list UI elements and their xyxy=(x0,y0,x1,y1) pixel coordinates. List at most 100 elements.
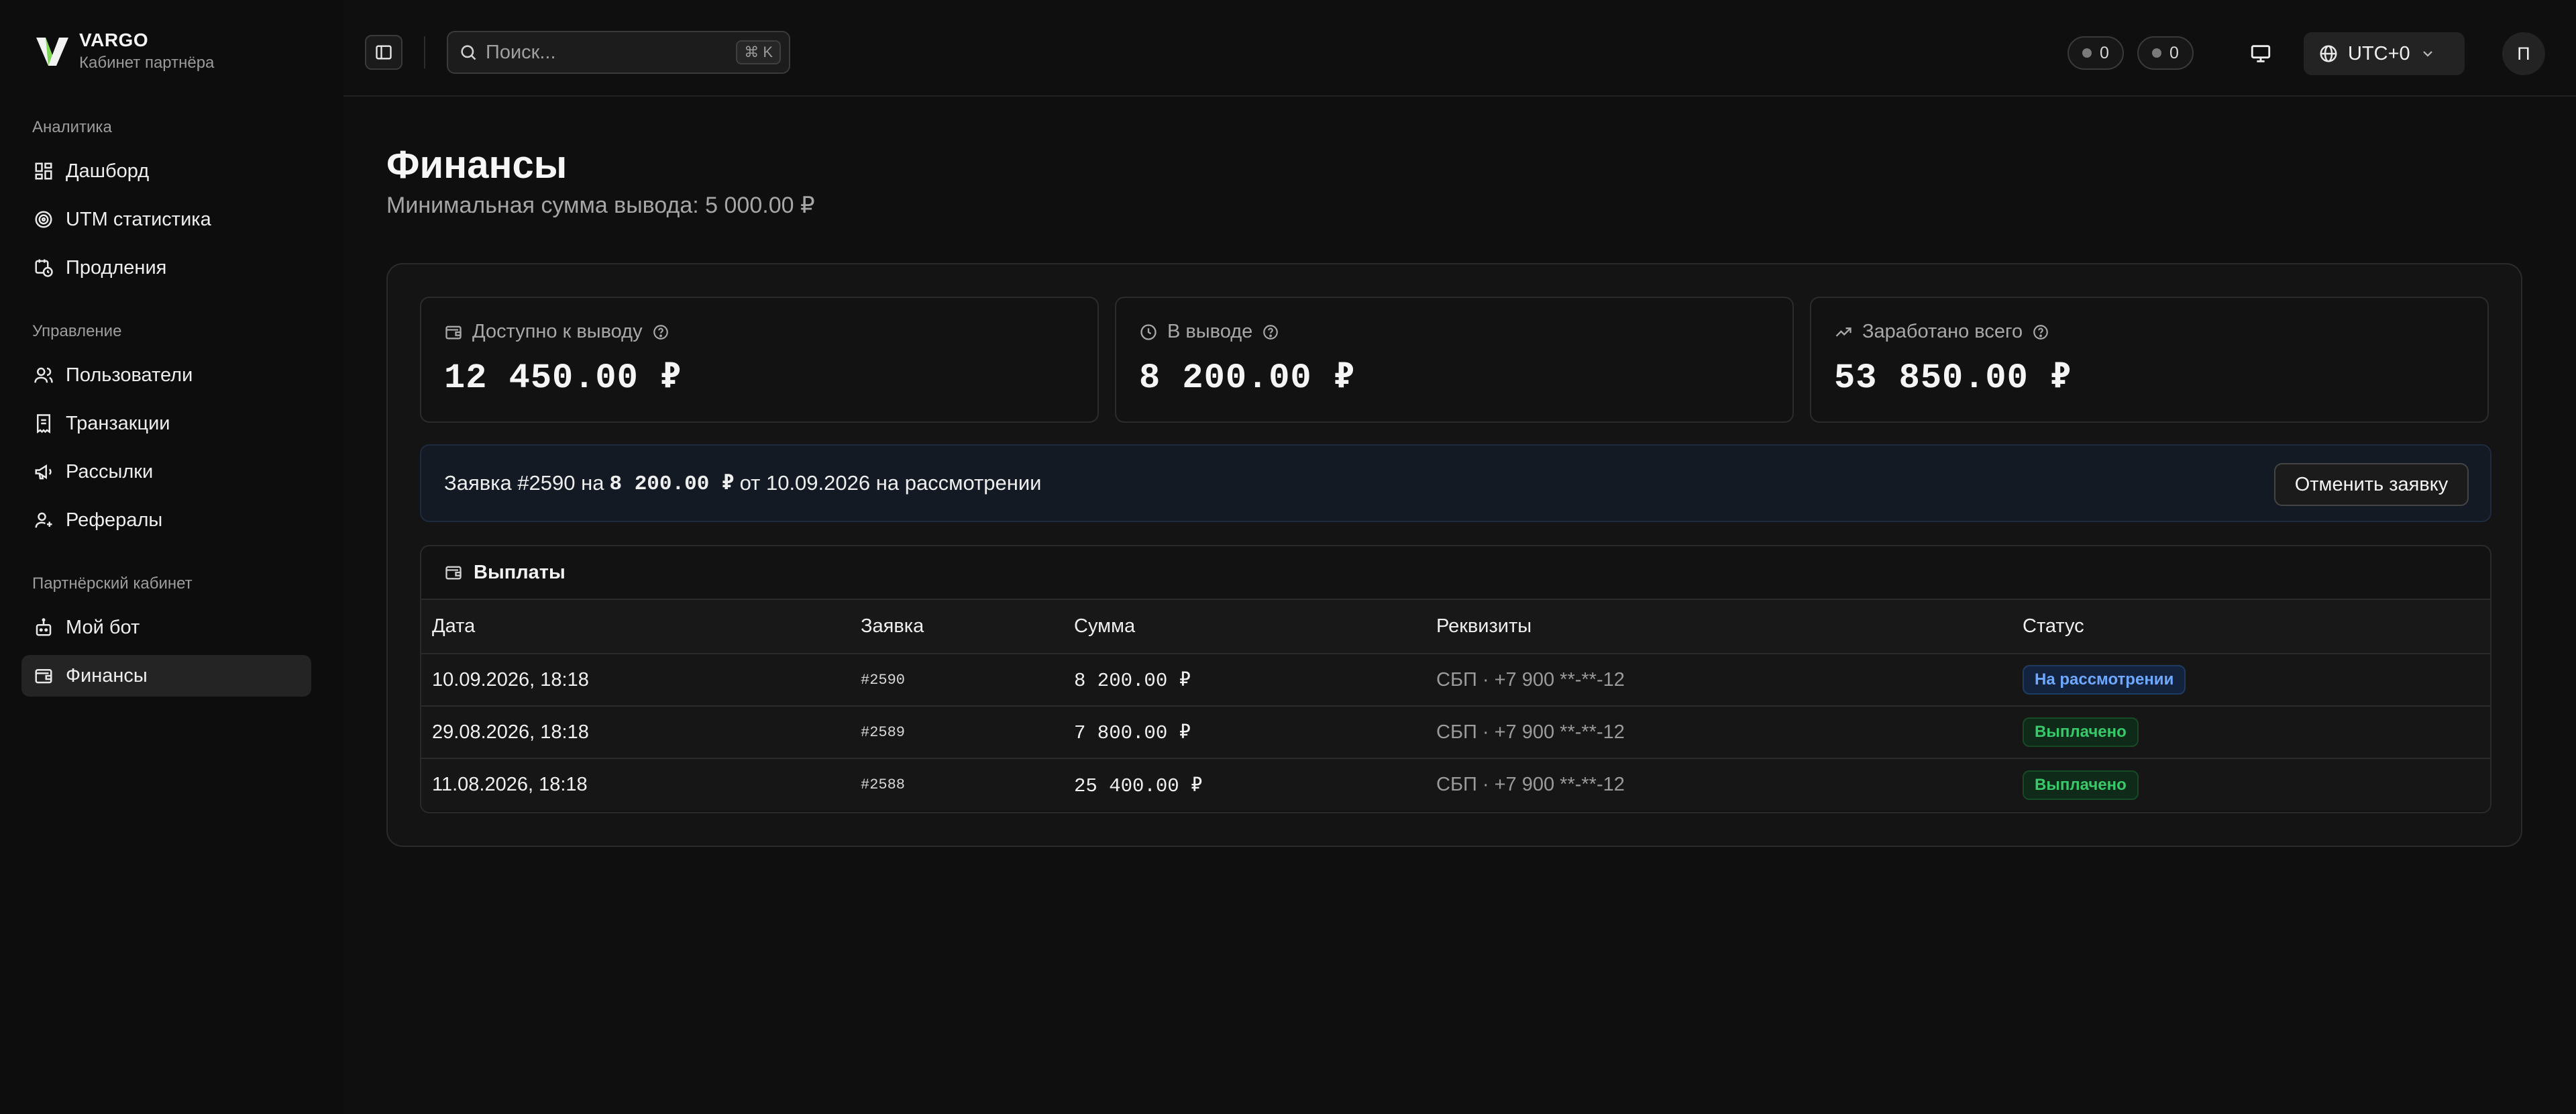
brand[interactable]: VARGO Кабинет партнёра xyxy=(34,30,214,72)
stat-value: 53 850.00 ₽ xyxy=(1834,358,2072,398)
stat-label-row: В выводе xyxy=(1139,321,1279,343)
search-icon xyxy=(461,45,476,60)
table-header-row: Дата Заявка Сумма Реквизиты Статус xyxy=(421,600,2490,654)
stat-value: 8 200.00 ₽ xyxy=(1139,358,1356,398)
stat-earned-total: Заработано всего 53 850.00 ₽ xyxy=(1810,297,2489,423)
payouts-table: Дата Заявка Сумма Реквизиты Статус 10.09… xyxy=(421,600,2490,811)
column-header-amount[interactable]: Сумма xyxy=(1074,600,1436,654)
sidebar-item-transactions[interactable]: Транзакции xyxy=(21,403,311,444)
sidebar-item-mailings[interactable]: Рассылки xyxy=(21,451,311,493)
cell-status: Выплачено xyxy=(2023,758,2490,811)
sidebar-item-label: Продления xyxy=(66,256,167,278)
sidebar-item-finance[interactable]: Финансы xyxy=(21,655,311,697)
sidebar: VARGO Кабинет партнёра Аналитика Дашборд… xyxy=(0,0,343,1114)
stat-label: Доступно к выводу xyxy=(472,321,643,342)
column-header-request[interactable]: Заявка xyxy=(861,600,1074,654)
stat-available: Доступно к выводу 12 450.00 ₽ xyxy=(420,297,1099,423)
help-circle-icon[interactable] xyxy=(1262,323,1279,341)
status-dot-icon xyxy=(2082,48,2092,58)
sidebar-panel-icon xyxy=(376,45,392,60)
sidebar-item-label: Финансы xyxy=(66,664,148,687)
sidebar-item-label: Дашборд xyxy=(66,160,150,182)
column-header-date[interactable]: Дата xyxy=(421,600,861,654)
cancel-request-button[interactable]: Отменить заявку xyxy=(2274,463,2469,506)
table-row[interactable]: 29.08.2026, 18:18 #2589 7 800.00 ₽ СБП ·… xyxy=(421,706,2490,759)
help-circle-icon[interactable] xyxy=(652,323,669,341)
sidebar-item-utm[interactable]: UTM статистика xyxy=(21,199,311,240)
stat-label: В выводе xyxy=(1167,321,1253,342)
request-suffix: от 10.09.2026 на рассмотрении xyxy=(739,471,1042,495)
cell-request: #2588 xyxy=(861,758,1074,811)
nav-group-analytics: Аналитика xyxy=(32,118,112,136)
nav-group-partner: Партнёрский кабинет xyxy=(32,574,193,593)
pending-request-banner: Заявка #2590 на 8 200.00 ₽ от 10.09.2026… xyxy=(420,444,2491,522)
cell-amount: 8 200.00 ₽ xyxy=(1074,654,1436,707)
payouts-table-card: Выплаты Дата Заявка Сумма Реквизиты Стат… xyxy=(420,545,2491,813)
bot-icon xyxy=(36,618,52,636)
counter-badge-b[interactable]: 0 xyxy=(2137,36,2194,70)
counter-a-value: 0 xyxy=(2100,43,2109,62)
sidebar-item-users[interactable]: Пользователи xyxy=(21,354,311,396)
request-prefix: Заявка #2590 на xyxy=(444,471,604,495)
clock-icon xyxy=(1140,323,1157,340)
sidebar-item-referrals[interactable]: Рефералы xyxy=(21,499,311,541)
request-amount: 8 200.00 ₽ xyxy=(609,472,735,496)
cell-status: Выплачено xyxy=(2023,706,2490,759)
status-badge: Выплачено xyxy=(2023,717,2139,747)
timezone-value: UTC+0 xyxy=(2348,42,2410,64)
cell-date: 29.08.2026, 18:18 xyxy=(421,706,861,759)
avatar[interactable]: П xyxy=(2502,32,2545,75)
stat-label-row: Заработано всего xyxy=(1834,321,2049,343)
sidebar-item-label: Транзакции xyxy=(66,412,170,434)
cell-amount: 7 800.00 ₽ xyxy=(1074,706,1436,759)
sidebar-item-my-bot[interactable]: Мой бот xyxy=(21,607,311,648)
help-circle-icon[interactable] xyxy=(2032,323,2049,341)
status-badge: На рассмотрении xyxy=(2023,665,2186,695)
header-divider xyxy=(424,36,425,68)
stat-label-row: Доступно к выводу xyxy=(444,321,669,343)
status-dot-icon xyxy=(2152,48,2161,58)
table-row[interactable]: 11.08.2026, 18:18 #2588 25 400.00 ₽ СБП … xyxy=(421,758,2490,811)
finance-card: Доступно к выводу 12 450.00 ₽ В выводе 8… xyxy=(386,263,2522,847)
sidebar-toggle-button[interactable] xyxy=(365,35,402,70)
status-badge: Выплачено xyxy=(2023,770,2139,800)
cell-date: 10.09.2026, 18:18 xyxy=(421,654,861,707)
timezone-select[interactable]: UTC+0 xyxy=(2304,32,2465,75)
column-header-details[interactable]: Реквизиты xyxy=(1436,600,2023,654)
page-title: Финансы xyxy=(386,143,568,187)
dashboard-icon xyxy=(35,162,52,180)
calendar-clock-icon xyxy=(35,259,53,277)
wallet-icon xyxy=(35,669,52,684)
receipt-icon xyxy=(37,414,50,434)
payouts-title: Выплаты xyxy=(474,561,566,583)
user-plus-icon xyxy=(35,512,52,528)
sidebar-item-dashboard[interactable]: Дашборд xyxy=(21,150,311,192)
sidebar-item-label: Рассылки xyxy=(66,460,154,483)
target-icon xyxy=(35,211,52,228)
search-input[interactable] xyxy=(486,41,727,64)
display-mode-button[interactable] xyxy=(2242,35,2279,72)
cell-details: СБП · +7 900 **-**-12 xyxy=(1436,654,2023,707)
search-box[interactable]: ⌘ K xyxy=(447,31,790,74)
monitor-icon xyxy=(2251,45,2271,62)
table-row[interactable]: 10.09.2026, 18:18 #2590 8 200.00 ₽ СБП ·… xyxy=(421,654,2490,707)
chevron-down-icon xyxy=(2422,51,2432,57)
brand-name: VARGO xyxy=(79,30,149,50)
counter-b-value: 0 xyxy=(2169,43,2179,62)
column-header-status[interactable]: Статус xyxy=(2023,600,2490,654)
nav-group-management: Управление xyxy=(32,322,122,340)
counter-badge-a[interactable]: 0 xyxy=(2068,36,2124,70)
globe-icon xyxy=(2320,45,2337,62)
stat-value: 12 450.00 ₽ xyxy=(444,358,682,398)
users-icon xyxy=(34,367,53,383)
sidebar-item-label: Пользователи xyxy=(66,364,193,386)
cell-date: 11.08.2026, 18:18 xyxy=(421,758,861,811)
sidebar-item-label: Мой бот xyxy=(66,616,140,638)
cell-details: СБП · +7 900 **-**-12 xyxy=(1436,758,2023,811)
stat-label: Заработано всего xyxy=(1862,321,2023,342)
top-header: ⌘ K 0 0 UTC+0 П xyxy=(343,0,2576,97)
cell-request: #2590 xyxy=(861,654,1074,707)
sidebar-item-renewals[interactable]: Продления xyxy=(21,247,311,289)
megaphone-icon xyxy=(35,464,52,480)
brand-subtitle: Кабинет партнёра xyxy=(79,54,215,72)
